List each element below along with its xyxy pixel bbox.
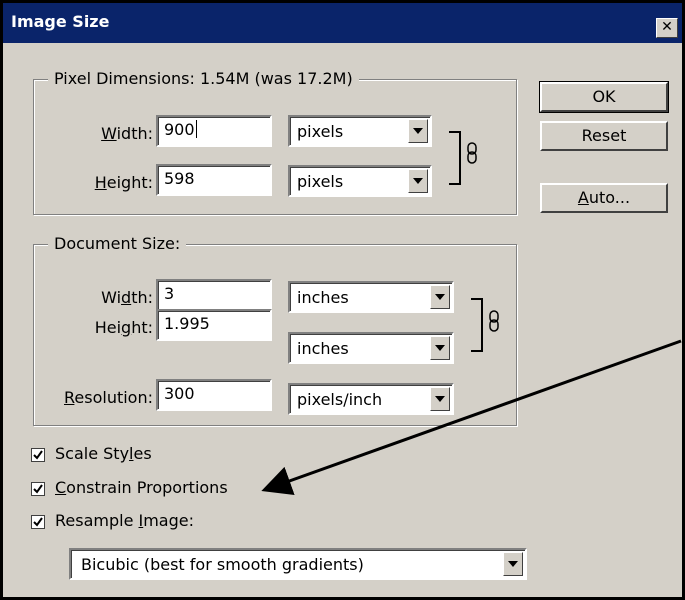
dialog-title: Image Size (11, 12, 110, 31)
annotation-arrow (261, 339, 682, 496)
chain-link-icon (467, 142, 477, 164)
pixel-link-bracket (449, 131, 461, 185)
check-icon (33, 450, 43, 460)
chevron-down-icon[interactable] (430, 285, 450, 309)
pixel-width-label: Width: (101, 124, 153, 143)
pixel-dimensions-legend: Pixel Dimensions: 1.54M (was 17.2M) (48, 69, 359, 88)
check-icon (33, 517, 43, 527)
doc-width-input[interactable]: 3 (156, 279, 272, 311)
constrain-proportions-label[interactable]: Constrain Proportions (55, 478, 228, 497)
check-icon (33, 484, 43, 494)
doc-width-label: Width: (101, 288, 153, 307)
chevron-down-icon[interactable] (408, 169, 428, 193)
ok-button[interactable]: OK (539, 81, 669, 113)
text-caret (195, 120, 197, 138)
doc-height-label: Height: (94, 318, 153, 337)
chevron-down-icon[interactable] (503, 552, 523, 576)
scale-styles-checkbox[interactable] (31, 448, 45, 462)
resample-image-label[interactable]: Resample Image: (55, 511, 194, 530)
pixel-width-input[interactable]: 900 (156, 115, 272, 147)
image-size-dialog: Image Size ✕ Pixel Dimensions: 1.54M (wa… (3, 3, 682, 597)
resample-image-checkbox[interactable] (31, 515, 45, 529)
scale-styles-label[interactable]: Scale Styles (55, 444, 152, 463)
resample-method-select[interactable]: Bicubic (best for smooth gradients) (69, 548, 527, 580)
resolution-label: Resolution: (64, 388, 153, 407)
title-bar: Image Size ✕ (3, 3, 682, 43)
auto-button[interactable]: Auto... (540, 183, 668, 213)
pixel-width-unit-select[interactable]: pixels (288, 115, 432, 147)
doc-width-unit-select[interactable]: inches (288, 281, 454, 313)
constrain-proportions-checkbox[interactable] (31, 482, 45, 496)
chevron-down-icon[interactable] (408, 119, 428, 143)
close-button[interactable]: ✕ (656, 18, 678, 38)
close-icon: ✕ (661, 19, 673, 35)
document-size-legend: Document Size: (48, 234, 187, 253)
pixel-height-label: Height: (94, 173, 153, 192)
pixel-height-input[interactable]: 598 (156, 164, 272, 196)
pixel-dimensions-group: Pixel Dimensions: 1.54M (was 17.2M) (33, 69, 517, 215)
pixel-height-unit-select[interactable]: pixels (288, 165, 432, 197)
reset-button[interactable]: Reset (540, 121, 668, 151)
